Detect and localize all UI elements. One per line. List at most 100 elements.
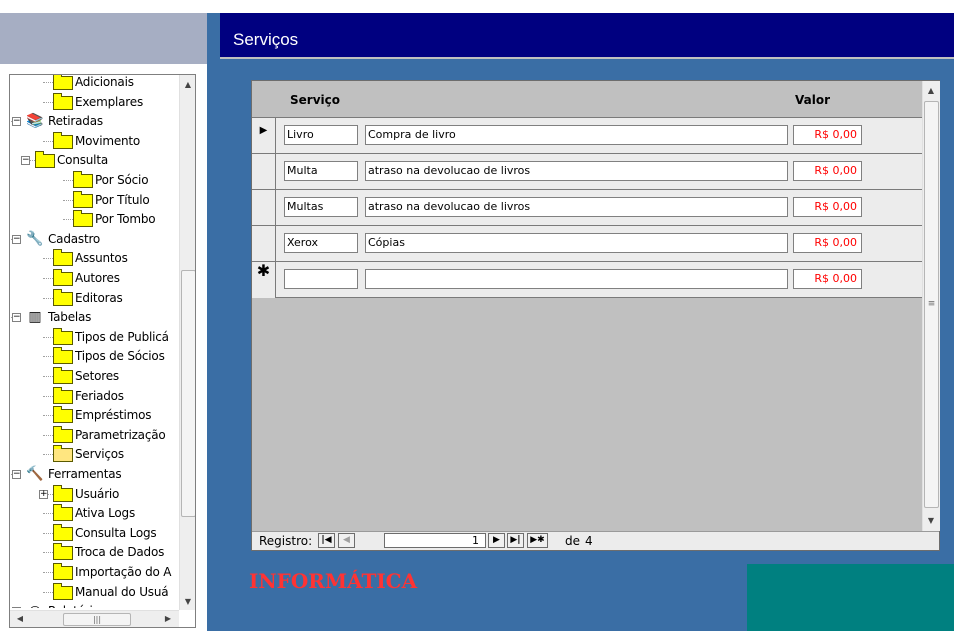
service-value-field[interactable]: R$ 0,00: [793, 125, 862, 145]
service-code-field[interactable]: [284, 269, 358, 289]
tree-item[interactable]: Tipos de Sócios: [10, 347, 180, 366]
record-selector[interactable]: ▶: [252, 118, 276, 154]
tree-item[interactable]: Manual do Usuá: [10, 582, 180, 602]
collapse-icon[interactable]: −: [12, 234, 21, 244]
tree-connector: [43, 454, 53, 456]
grid-vertical-scrollbar[interactable]: ▲ ≡ ▼: [922, 81, 940, 531]
tree-item-label: Tipos de Publicá: [75, 329, 169, 344]
tree-item-label: Importação do A: [75, 565, 172, 579]
folder-icon: [53, 288, 73, 306]
scroll-down-arrow-icon[interactable]: ▼: [923, 513, 939, 529]
scroll-up-arrow-icon[interactable]: ▲: [923, 83, 939, 99]
tree-item[interactable]: Importação do A: [10, 563, 180, 582]
tree-item[interactable]: − Consulta: [10, 151, 180, 170]
tree-item[interactable]: Adicionais: [10, 75, 180, 92]
table-row[interactable]: Multas atraso na devolucao de livros R$ …: [252, 189, 922, 226]
tree-item[interactable]: − ◉ Relatórios: [10, 602, 180, 608]
service-code-field[interactable]: Xerox: [284, 233, 358, 253]
current-record-field[interactable]: 1: [384, 533, 486, 548]
collapse-icon[interactable]: −: [21, 156, 30, 166]
scroll-up-arrow-icon[interactable]: ▲: [180, 77, 195, 93]
scroll-down-arrow-icon[interactable]: ▼: [180, 594, 195, 610]
tree-item-label: Retiradas: [48, 114, 103, 129]
tree-item-label: Usuário: [75, 486, 120, 501]
service-code-field[interactable]: Livro: [284, 125, 358, 145]
tree-item[interactable]: − ▥ Tabelas: [10, 308, 180, 327]
last-record-button[interactable]: ▶|: [507, 533, 524, 548]
new-record-button[interactable]: ▶✱: [527, 533, 548, 548]
record-selector[interactable]: [252, 226, 276, 262]
service-value-field[interactable]: R$ 0,00: [793, 269, 862, 289]
tree-hscroll-thumb[interactable]: |||: [63, 613, 131, 626]
tree-item[interactable]: Setores: [10, 367, 180, 386]
tree-item[interactable]: + Usuário: [10, 484, 180, 504]
tree-item[interactable]: Exemplares: [10, 92, 180, 112]
tree-item[interactable]: Por Título: [10, 190, 180, 210]
scroll-left-arrow-icon[interactable]: ◀: [12, 611, 28, 627]
first-record-button[interactable]: |◀: [318, 533, 335, 548]
service-description-field[interactable]: [365, 269, 788, 289]
tree-item[interactable]: Por Tombo: [10, 210, 180, 229]
tree-item[interactable]: Editoras: [10, 288, 180, 308]
navigation-tree[interactable]: Adicionais Exemplares − 📚 Retiradas Movimento…: [9, 74, 196, 628]
service-code-field[interactable]: Multa: [284, 161, 358, 181]
tree-item[interactable]: Ativa Logs: [10, 504, 180, 523]
tree-connector: [43, 434, 53, 436]
collapse-icon[interactable]: −: [12, 313, 21, 323]
service-description-field[interactable]: Compra de livro: [365, 125, 788, 145]
record-selector[interactable]: ✱: [252, 262, 276, 298]
tree-item[interactable]: − 🔧 Cadastro: [10, 230, 180, 249]
table-row[interactable]: ▶ Livro Compra de livro R$ 0,00: [252, 117, 922, 154]
tree-item[interactable]: Consulta Logs: [10, 523, 180, 543]
tree-item[interactable]: Tipos de Publicá: [10, 327, 180, 347]
form-title-bar: Serviços: [220, 13, 954, 59]
tree-item-label: Consulta Logs: [75, 525, 157, 540]
tree-item[interactable]: Feriados: [10, 386, 180, 406]
record-selector[interactable]: [252, 154, 276, 190]
folder-icon: [53, 523, 73, 541]
tree-item[interactable]: Troca de Dados: [10, 543, 180, 562]
service-description-field[interactable]: Cópias: [365, 233, 788, 253]
tree-item[interactable]: Serviços: [10, 445, 180, 464]
record-selector[interactable]: [252, 190, 276, 226]
tree-connector: [43, 552, 53, 554]
tree-connector: [63, 199, 73, 201]
tree-item[interactable]: Assuntos: [10, 249, 180, 268]
tree-item-label: Autores: [75, 271, 120, 285]
next-record-button[interactable]: ▶: [488, 533, 505, 548]
expand-icon[interactable]: +: [39, 489, 48, 499]
form-title: Serviços: [233, 30, 299, 49]
record-total: 4: [585, 534, 593, 548]
column-header-service: Serviço: [290, 93, 340, 107]
tree-item[interactable]: Movimento: [10, 131, 180, 151]
tree-horizontal-scrollbar[interactable]: ◀ ||| ▶: [10, 610, 179, 627]
service-value-field[interactable]: R$ 0,00: [793, 197, 862, 217]
record-navigation-bar: Registro: |◀ ◀ 1 ▶ ▶| ▶✱ de 4: [252, 531, 939, 550]
service-code-field[interactable]: Multas: [284, 197, 358, 217]
service-value-field[interactable]: R$ 0,00: [793, 233, 862, 253]
tree-item[interactable]: − 🔨 Ferramentas: [10, 465, 180, 484]
service-value-field[interactable]: R$ 0,00: [793, 161, 862, 181]
table-row[interactable]: Multa atraso na devolucao de livros R$ 0…: [252, 153, 922, 190]
previous-record-button[interactable]: ◀: [338, 533, 355, 548]
collapse-icon[interactable]: −: [12, 470, 21, 479]
tree-item[interactable]: Empréstimos: [10, 406, 180, 425]
tree-item[interactable]: Parametrização: [10, 425, 180, 445]
service-description-field[interactable]: atraso na devolucao de livros: [365, 197, 788, 217]
tree-item-label: Setores: [75, 369, 119, 383]
scroll-right-arrow-icon[interactable]: ▶: [160, 611, 176, 627]
tree-items-container: Adicionais Exemplares − 📚 Retiradas Movimento…: [10, 75, 180, 608]
service-description-field[interactable]: atraso na devolucao de livros: [365, 161, 788, 181]
tree-item[interactable]: − 📚 Retiradas: [10, 112, 180, 131]
tree-item[interactable]: Autores: [10, 269, 180, 288]
tree-scroll-thumb[interactable]: [181, 270, 195, 517]
tree-item[interactable]: Por Sócio: [10, 171, 180, 190]
collapse-icon[interactable]: −: [12, 117, 21, 127]
new-record-row[interactable]: ✱ R$ 0,00: [252, 261, 922, 298]
collapse-icon[interactable]: −: [12, 607, 21, 608]
tree-vertical-scrollbar[interactable]: ▲ ▼: [179, 75, 195, 610]
tree-item-label: Troca de Dados: [75, 545, 165, 560]
table-row[interactable]: Xerox Cópias R$ 0,00: [252, 225, 922, 262]
table-icon: ▥: [28, 309, 42, 326]
grid-scroll-thumb[interactable]: ≡: [924, 101, 939, 508]
